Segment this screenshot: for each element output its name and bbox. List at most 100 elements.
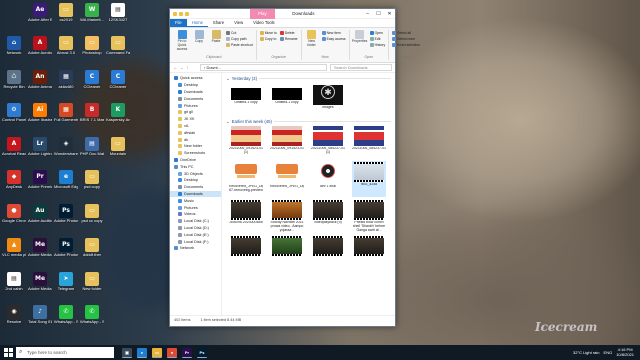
desktop-icon[interactable]: ●Google Chrome bbox=[2, 204, 26, 223]
close-button[interactable]: ✕ bbox=[384, 9, 395, 19]
tab-file[interactable]: File bbox=[170, 19, 187, 27]
back-arrow-icon[interactable]: ← bbox=[173, 65, 178, 70]
desktop-icon[interactable]: KKaspersky Antivirus bbox=[106, 103, 130, 122]
taskbar-app-photoshop[interactable]: Ps bbox=[197, 347, 207, 358]
desktop-icon[interactable]: ▤ 2nd cabin bbox=[2, 272, 26, 291]
desktop-icon[interactable]: ⚙ Control Panel bbox=[2, 103, 26, 122]
file-item[interactable] bbox=[352, 235, 386, 269]
history-button[interactable]: History bbox=[369, 42, 385, 48]
taskbar-app-task-view[interactable]: ▣ bbox=[122, 347, 132, 358]
desktop-icon[interactable]: AeAdobe After Effects CC bbox=[28, 3, 52, 22]
desktop-icon[interactable]: ▦ akila480 bbox=[54, 70, 78, 89]
nav-item[interactable]: This PC bbox=[170, 163, 221, 170]
nav-item[interactable]: git gll bbox=[170, 109, 221, 116]
nav-item[interactable]: Documents bbox=[170, 95, 221, 102]
desktop-icon[interactable]: ♪ Total Song 01 bbox=[28, 305, 52, 324]
quick-access-toolbar[interactable] bbox=[170, 11, 250, 16]
nav-item[interactable]: Documents bbox=[170, 184, 221, 191]
taskbar-app-explorer[interactable]: ▭ bbox=[152, 347, 162, 358]
desktop-icon[interactable]: ▭ Abrust 3.0 bbox=[54, 36, 78, 55]
nav-item[interactable]: Screenshots bbox=[170, 150, 221, 157]
weather-widget[interactable]: 32°C Light rain bbox=[573, 350, 600, 355]
start-button[interactable] bbox=[0, 345, 16, 360]
copy-button[interactable]: Copy bbox=[192, 30, 206, 55]
tab-home[interactable]: Home bbox=[186, 19, 208, 27]
desktop-icon[interactable]: ◆ AnyDesk bbox=[2, 170, 26, 189]
desktop-icon[interactable]: ✆WhatsApp - Shortcut bbox=[54, 305, 78, 324]
desktop-icon[interactable]: ♺ Recycle Bin bbox=[2, 70, 26, 89]
file-item[interactable]: dev 1 final bbox=[311, 161, 345, 197]
tab-video-tools[interactable]: Video Tools bbox=[248, 19, 280, 27]
file-item[interactable]: Recovered_JPEG_Digital_Camera_4-67-remov… bbox=[229, 161, 263, 197]
desktop-icon[interactable]: ▭ cs2019 bbox=[54, 3, 78, 22]
file-item[interactable]: 20211006_084237-01 bbox=[352, 125, 386, 159]
file-item[interactable]: -506096.202300048599 bbox=[229, 199, 263, 233]
file-item[interactable]: Untitled-1 copy bbox=[229, 82, 263, 118]
desktop-icon[interactable]: C CCleaner bbox=[80, 70, 104, 89]
file-item[interactable]: Untitled-1 copy bbox=[270, 82, 304, 118]
pin-quick-access-button[interactable]: Pin to Quick access bbox=[175, 30, 189, 55]
desktop-icon[interactable]: ➤ Telegram bbox=[54, 272, 78, 291]
file-item[interactable]: Shordy Navratri 2021 prowa video.. Aampo… bbox=[270, 199, 304, 233]
tab-view[interactable]: View bbox=[229, 19, 248, 27]
context-tab-play[interactable]: Play bbox=[250, 8, 275, 19]
desktop-icon[interactable]: ▦Full Garments and Software bbox=[54, 103, 78, 122]
desktop-icon[interactable]: PsAdobe Photosh... bbox=[54, 238, 78, 257]
desktop-icon[interactable]: ✆WhatsApp - Shortcut bbox=[80, 305, 104, 324]
file-item[interactable]: videoplayback (9) bbox=[311, 199, 345, 233]
desktop-icon[interactable]: PsAdobe Photoshop bbox=[54, 204, 78, 223]
file-item[interactable] bbox=[229, 235, 263, 269]
desktop-icon[interactable]: eMicrosoft Edge bbox=[54, 170, 78, 189]
nav-item[interactable]: Desktop bbox=[170, 177, 221, 184]
desktop-icon[interactable]: LrAdobe Lightroom Classic bbox=[28, 137, 52, 156]
copy-to-button[interactable]: Copy to bbox=[259, 36, 277, 42]
nav-item[interactable]: dfrslak bbox=[170, 129, 221, 136]
nav-item[interactable]: Local Disk (E:) bbox=[170, 231, 221, 238]
file-item[interactable] bbox=[270, 235, 304, 269]
desktop-icon[interactable]: W WA Marketi... bbox=[80, 3, 104, 22]
file-item[interactable]: 20211006_084237-01 (1) bbox=[311, 125, 345, 159]
file-item[interactable]: ✱ images bbox=[311, 82, 345, 118]
nav-item[interactable]: Music bbox=[170, 197, 221, 204]
nav-item[interactable]: Pictures bbox=[170, 204, 221, 211]
nav-item[interactable]: Pictures bbox=[170, 102, 221, 109]
rename-button[interactable]: Rename bbox=[279, 36, 298, 42]
nav-item[interactable]: dk bbox=[170, 136, 221, 143]
desktop-icon[interactable]: ⌂ Network bbox=[2, 36, 26, 55]
nav-item[interactable]: 3D Objects bbox=[170, 170, 221, 177]
desktop-icon[interactable]: ▭ Photoshop bbox=[80, 36, 104, 55]
nav-item[interactable]: Downloads bbox=[170, 190, 221, 198]
desktop-icon[interactable]: AAcrobat Reader DC bbox=[2, 137, 26, 156]
desktop-icon[interactable]: AnAdobe Animate bbox=[28, 70, 52, 89]
desktop-icon[interactable]: MeAdobe Media Encoder bbox=[28, 238, 52, 257]
desktop-icon[interactable]: BBRIS 7.1 Master bbox=[80, 103, 104, 122]
tab-share[interactable]: Share bbox=[208, 19, 229, 27]
nav-item[interactable]: Downloads bbox=[170, 89, 221, 96]
desktop-icon[interactable]: ◈Wondershare Filmora9 bbox=[54, 137, 78, 156]
desktop-icon[interactable]: ▭ Mountain bbox=[106, 137, 130, 156]
group-header[interactable]: ⌄ Earlier this week (45) bbox=[226, 118, 391, 125]
desktop-icon[interactable]: ◉ Resolve bbox=[2, 305, 26, 324]
file-item[interactable]: IMG_4248 bbox=[352, 161, 386, 197]
desktop-icon[interactable]: ▭ ddddf.ther bbox=[80, 238, 104, 257]
nav-item[interactable]: Videos bbox=[170, 211, 221, 218]
invert-selection-button[interactable]: Invert selection bbox=[392, 42, 420, 48]
desktop-icon[interactable]: C CCleaner bbox=[106, 70, 130, 89]
taskbar-app-chrome[interactable]: ● bbox=[167, 347, 177, 358]
taskbar-search-input[interactable]: Type here to search bbox=[16, 347, 114, 358]
nav-item[interactable]: JK XK bbox=[170, 116, 221, 123]
forward-arrow-icon[interactable]: → bbox=[180, 65, 185, 70]
desktop-icon[interactable]: ▭ psd cc copy bbox=[80, 204, 104, 223]
taskbar-app-edge[interactable]: e bbox=[137, 347, 147, 358]
desktop-icon[interactable]: ▭Command Factory bbox=[106, 36, 130, 55]
desktop-icon[interactable]: MeAdobe Media Encoder CC bbox=[28, 272, 52, 291]
desktop-icon[interactable]: ▲VLC media player bbox=[2, 238, 26, 257]
file-item[interactable]: Priests blow conch shell 'Shankh' before… bbox=[352, 199, 386, 233]
language-indicator[interactable]: ENG bbox=[604, 350, 613, 355]
group-header[interactable]: ⌄ Yesterday (3) bbox=[226, 75, 391, 82]
desktop-icon[interactable]: ▭ New folder bbox=[80, 272, 104, 291]
desktop-icon[interactable]: ▭ psd copy bbox=[80, 170, 104, 189]
paste-shortcut-button[interactable]: Paste shortcut bbox=[226, 42, 253, 48]
desktop-icon[interactable]: PrAdobe Premiere P... bbox=[28, 170, 52, 189]
nav-item[interactable]: New folder bbox=[170, 143, 221, 150]
